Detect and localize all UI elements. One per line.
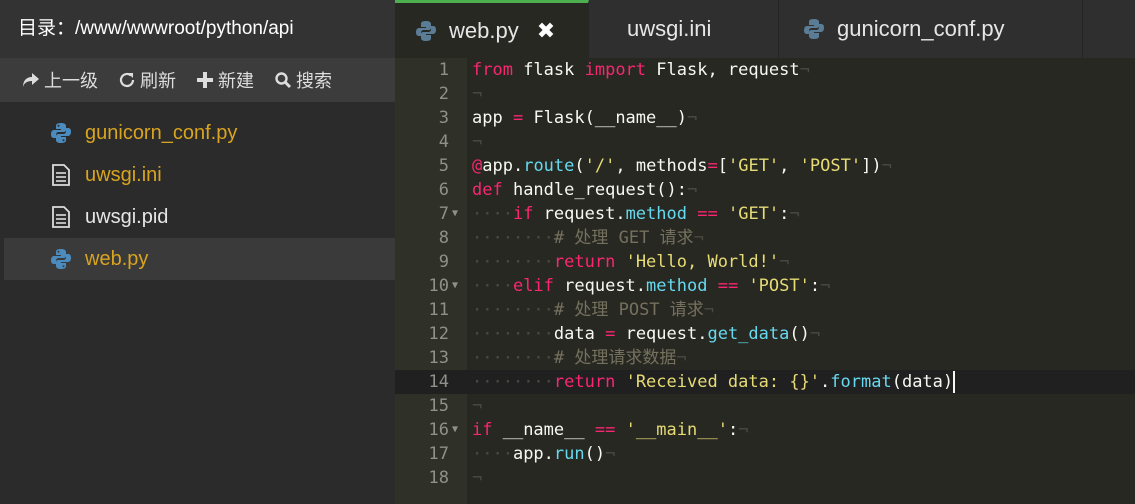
code-text: ¬ [472,132,483,152]
new-label: 新建 [218,71,254,91]
tab-label: web.py [449,17,519,43]
python-icon [48,246,74,272]
line-number: 14 [428,372,449,392]
up-level-label: 上一级 [44,71,98,91]
code-line[interactable]: 13 ········# 处理请求数据¬ [395,346,1135,370]
file-item-uwsgi-ini[interactable]: uwsgi.ini [0,154,395,196]
code-line[interactable]: 8 ········# 处理 GET 请求¬ [395,226,1135,250]
code-line[interactable]: 4 ¬ [395,130,1135,154]
file-item-uwsgi-pid[interactable]: uwsgi.pid [0,196,395,238]
close-icon[interactable]: ✖ [537,18,555,44]
code-text: @app.route('/', methods=['GET', 'POST'])… [472,156,892,176]
document-icon [48,204,74,230]
line-number: 15 [428,396,449,416]
search-icon [275,72,292,89]
file-explorer: 目录：/www/wwwroot/python/api 上一级 刷新 新建 搜索 … [0,0,395,504]
line-number: 6 [438,180,449,200]
line-number: 17 [428,444,449,464]
fold-arrow-icon[interactable]: ▼ [452,202,458,226]
code-text: ¬ [472,468,483,488]
tab-gunicorn-conf[interactable]: gunicorn_conf.py [779,0,1083,58]
directory-path: 目录：/www/wwwroot/python/api [0,0,395,58]
code-line[interactable]: 5 @app.route('/', methods=['GET', 'POST']… [395,154,1135,178]
python-icon [803,18,825,40]
code-line[interactable]: 18 ¬ [395,466,1135,490]
code-text: ····app.run()¬ [472,444,616,464]
code-text: ········return 'Hello, World!'¬ [472,252,790,272]
line-number: 10 [428,276,449,296]
code-line[interactable]: 14 ········return 'Received data: {}'.for… [395,370,1135,394]
plus-icon [197,72,213,88]
code-text: from flask import Flask, request¬ [472,60,810,80]
line-number: 2 [438,84,449,104]
file-item-gunicorn-conf[interactable]: gunicorn_conf.py [0,112,395,154]
code-text: ········return 'Received data: {}'.forma… [472,371,956,393]
file-name: gunicorn_conf.py [85,121,238,144]
search-button[interactable]: 搜索 [274,67,332,93]
tab-uwsgi-ini[interactable]: uwsgi.ini [589,0,779,58]
search-label: 搜索 [296,71,332,91]
code-line[interactable]: 16 ▼ if __name__ == '__main__':¬ [395,418,1135,442]
line-number: 13 [428,348,449,368]
line-number: 7 [438,204,449,224]
python-icon [48,120,74,146]
file-item-web-py[interactable]: web.py [4,238,395,280]
code-text: ¬ [472,396,483,416]
line-number: 1 [438,60,449,80]
code-line[interactable]: 6 def handle_request():¬ [395,178,1135,202]
line-number: 9 [438,252,449,272]
code-line[interactable]: 11 ········# 处理 POST 请求¬ [395,298,1135,322]
code-line[interactable]: 9 ········return 'Hello, World!'¬ [395,250,1135,274]
refresh-label: 刷新 [140,71,176,91]
code-text: ········# 处理 POST 请求¬ [472,300,715,320]
fold-arrow-icon[interactable]: ▼ [452,418,458,442]
file-list: gunicorn_conf.py uwsgi.ini uwsgi.pid web… [0,102,395,280]
code-text: ····elif request.method == 'POST':¬ [472,276,831,296]
code-text: ····if request.method == 'GET':¬ [472,204,800,224]
line-number: 12 [428,324,449,344]
tab-label: uwsgi.ini [627,16,712,41]
line-number: 18 [428,468,449,488]
line-number: 11 [428,300,449,320]
code-area[interactable]: 1 from flask import Flask, request¬ 2 ¬ 3 app… [395,58,1135,504]
new-button[interactable]: 新建 [196,67,254,93]
file-name: uwsgi.ini [85,163,162,186]
code-editor: web.py ✖ uwsgi.ini gunicorn_conf.py 1 fro… [395,0,1135,504]
code-line[interactable]: 12 ········data = request.get_data()¬ [395,322,1135,346]
tab-label: gunicorn_conf.py [837,16,1005,41]
tab-bar: web.py ✖ uwsgi.ini gunicorn_conf.py [395,0,1135,58]
line-number: 4 [438,132,449,152]
code-text: def handle_request():¬ [472,180,698,200]
code-line[interactable]: 10 ▼ ····elif request.method == 'POST':¬ [395,274,1135,298]
document-icon [48,162,74,188]
line-number: 5 [438,156,449,176]
tab-web-py[interactable]: web.py ✖ [395,0,589,58]
line-number: 16 [428,420,449,440]
code-line[interactable]: 15 ¬ [395,394,1135,418]
python-icon [415,20,437,42]
arrow-share-icon [23,73,39,87]
refresh-button[interactable]: 刷新 [118,67,176,93]
file-name: uwsgi.pid [85,205,169,228]
line-number: 3 [438,108,449,128]
file-name: web.py [85,247,149,270]
code-line[interactable]: 1 from flask import Flask, request¬ [395,58,1135,82]
fold-arrow-icon[interactable]: ▼ [452,274,458,298]
code-text: ········# 处理 GET 请求¬ [472,228,704,248]
code-line[interactable]: 17 ····app.run()¬ [395,442,1135,466]
code-line[interactable]: 3 app = Flask(__name__)¬ [395,106,1135,130]
code-text: if __name__ == '__main__':¬ [472,420,749,440]
code-text: app = Flask(__name__)¬ [472,108,698,128]
code-text: ¬ [472,84,483,104]
code-text: ········data = request.get_data()¬ [472,324,821,344]
file-toolbar: 上一级 刷新 新建 搜索 [0,58,395,102]
line-number: 8 [438,228,449,248]
code-text: ········# 处理请求数据¬ [472,348,687,368]
code-line[interactable]: 7 ▼ ····if request.method == 'GET':¬ [395,202,1135,226]
code-line[interactable]: 2 ¬ [395,82,1135,106]
up-level-button[interactable]: 上一级 [22,67,98,93]
refresh-icon [119,72,135,88]
